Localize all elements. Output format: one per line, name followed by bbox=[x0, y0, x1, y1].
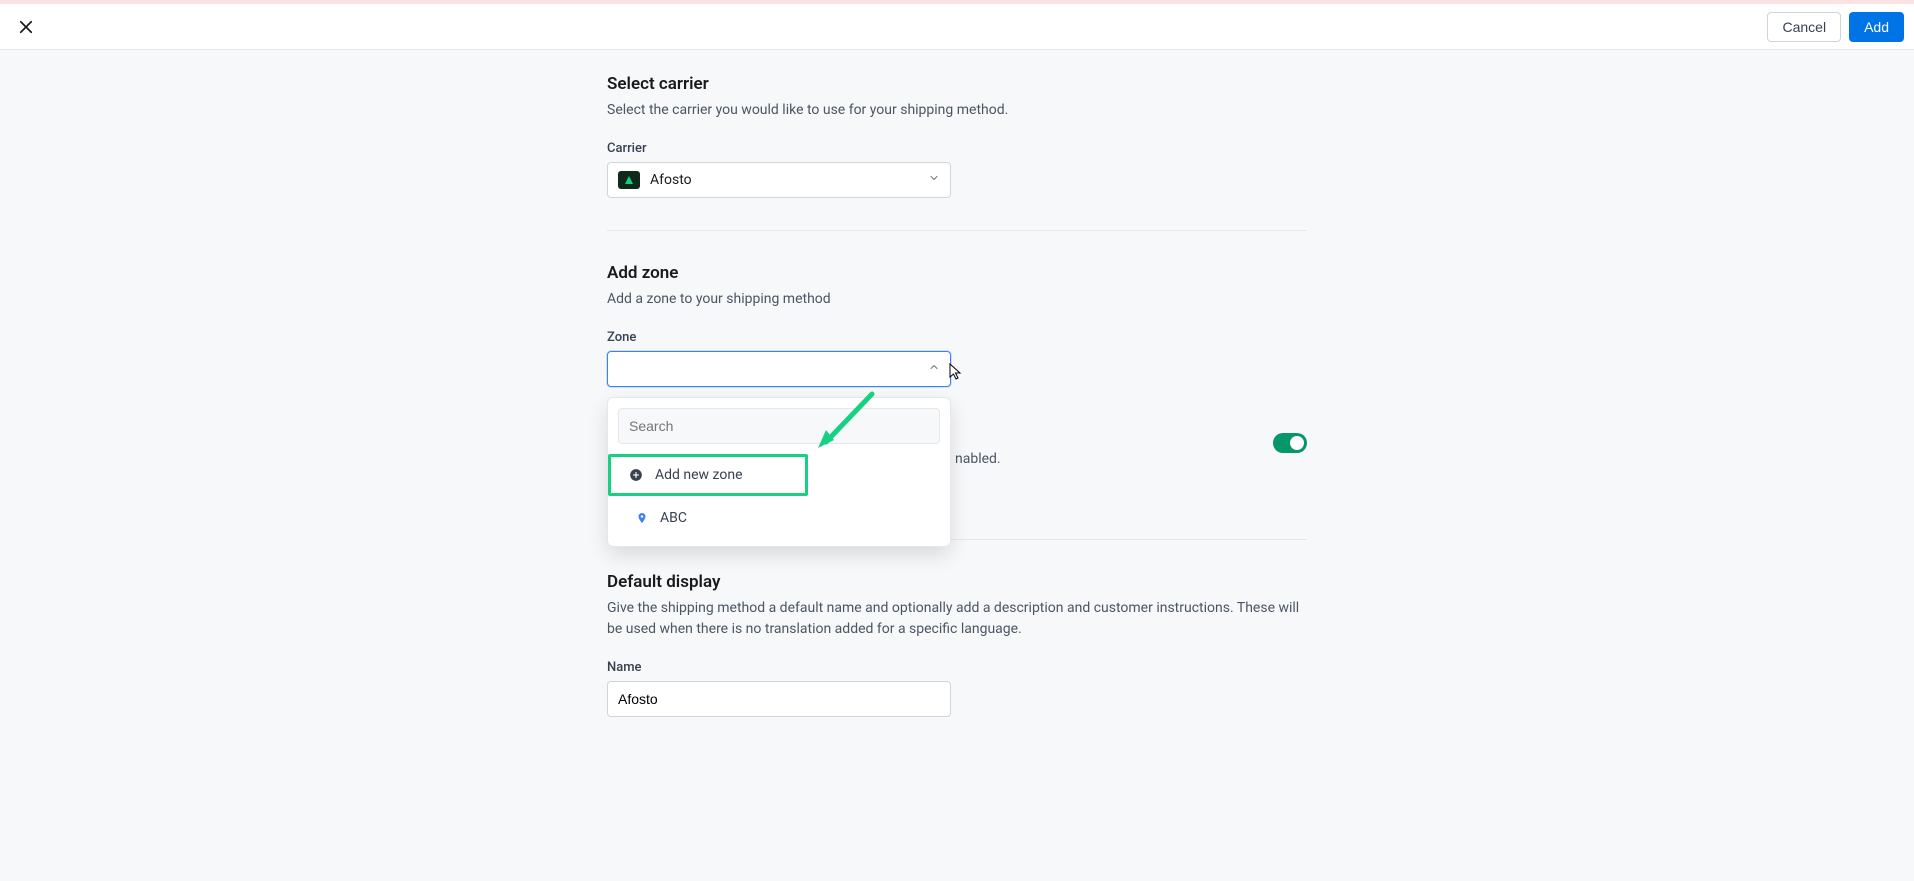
cancel-button[interactable]: Cancel bbox=[1767, 12, 1841, 42]
afosto-logo-icon bbox=[618, 171, 640, 189]
zone-search-input[interactable] bbox=[618, 408, 940, 444]
close-button[interactable] bbox=[10, 11, 42, 43]
chevron-down-icon bbox=[928, 172, 940, 188]
zone-title: Add zone bbox=[607, 263, 1307, 283]
carrier-selected-value: Afosto bbox=[650, 172, 692, 188]
zone-option[interactable]: ABC bbox=[618, 500, 940, 536]
location-pin-icon bbox=[636, 511, 648, 525]
header-actions: Cancel Add bbox=[1767, 12, 1904, 42]
enabled-description-fragment: nabled. bbox=[955, 451, 1001, 467]
chevron-up-icon bbox=[928, 361, 940, 377]
add-button[interactable]: Add bbox=[1849, 12, 1904, 42]
zone-section: Add zone Add a zone to your shipping met… bbox=[607, 263, 1307, 419]
carrier-select[interactable]: Afosto bbox=[607, 162, 951, 198]
zone-description: Add a zone to your shipping method bbox=[607, 289, 1307, 310]
name-label: Name bbox=[607, 660, 1307, 675]
default-display-description: Give the shipping method a default name … bbox=[607, 598, 1307, 640]
carrier-label: Carrier bbox=[607, 141, 1307, 156]
page-body: Select carrier Select the carrier you wo… bbox=[0, 50, 1914, 881]
zone-option-label: ABC bbox=[660, 510, 687, 526]
carrier-section: Select carrier Select the carrier you wo… bbox=[607, 74, 1307, 230]
name-input[interactable] bbox=[607, 681, 951, 717]
form-content: Select carrier Select the carrier you wo… bbox=[607, 50, 1307, 749]
zone-select-wrapper: Add new zone ABC bbox=[607, 351, 1307, 387]
carrier-description: Select the carrier you would like to use… bbox=[607, 100, 1307, 121]
close-icon bbox=[17, 18, 35, 36]
enabled-toggle[interactable] bbox=[1273, 433, 1307, 453]
zone-select[interactable] bbox=[607, 351, 951, 387]
section-divider bbox=[607, 230, 1307, 231]
zone-label: Zone bbox=[607, 330, 1307, 345]
default-display-title: Default display bbox=[607, 572, 1307, 592]
add-new-zone-label: Add new zone bbox=[655, 467, 743, 483]
zone-dropdown-panel: Add new zone ABC bbox=[607, 397, 951, 547]
add-new-zone-option[interactable]: Add new zone bbox=[608, 454, 808, 496]
carrier-title: Select carrier bbox=[607, 74, 1307, 94]
default-display-section: Default display Give the shipping method… bbox=[607, 572, 1307, 749]
mouse-cursor-icon bbox=[949, 363, 963, 381]
modal-header: Cancel Add bbox=[0, 4, 1914, 50]
plus-circle-icon bbox=[629, 468, 643, 482]
